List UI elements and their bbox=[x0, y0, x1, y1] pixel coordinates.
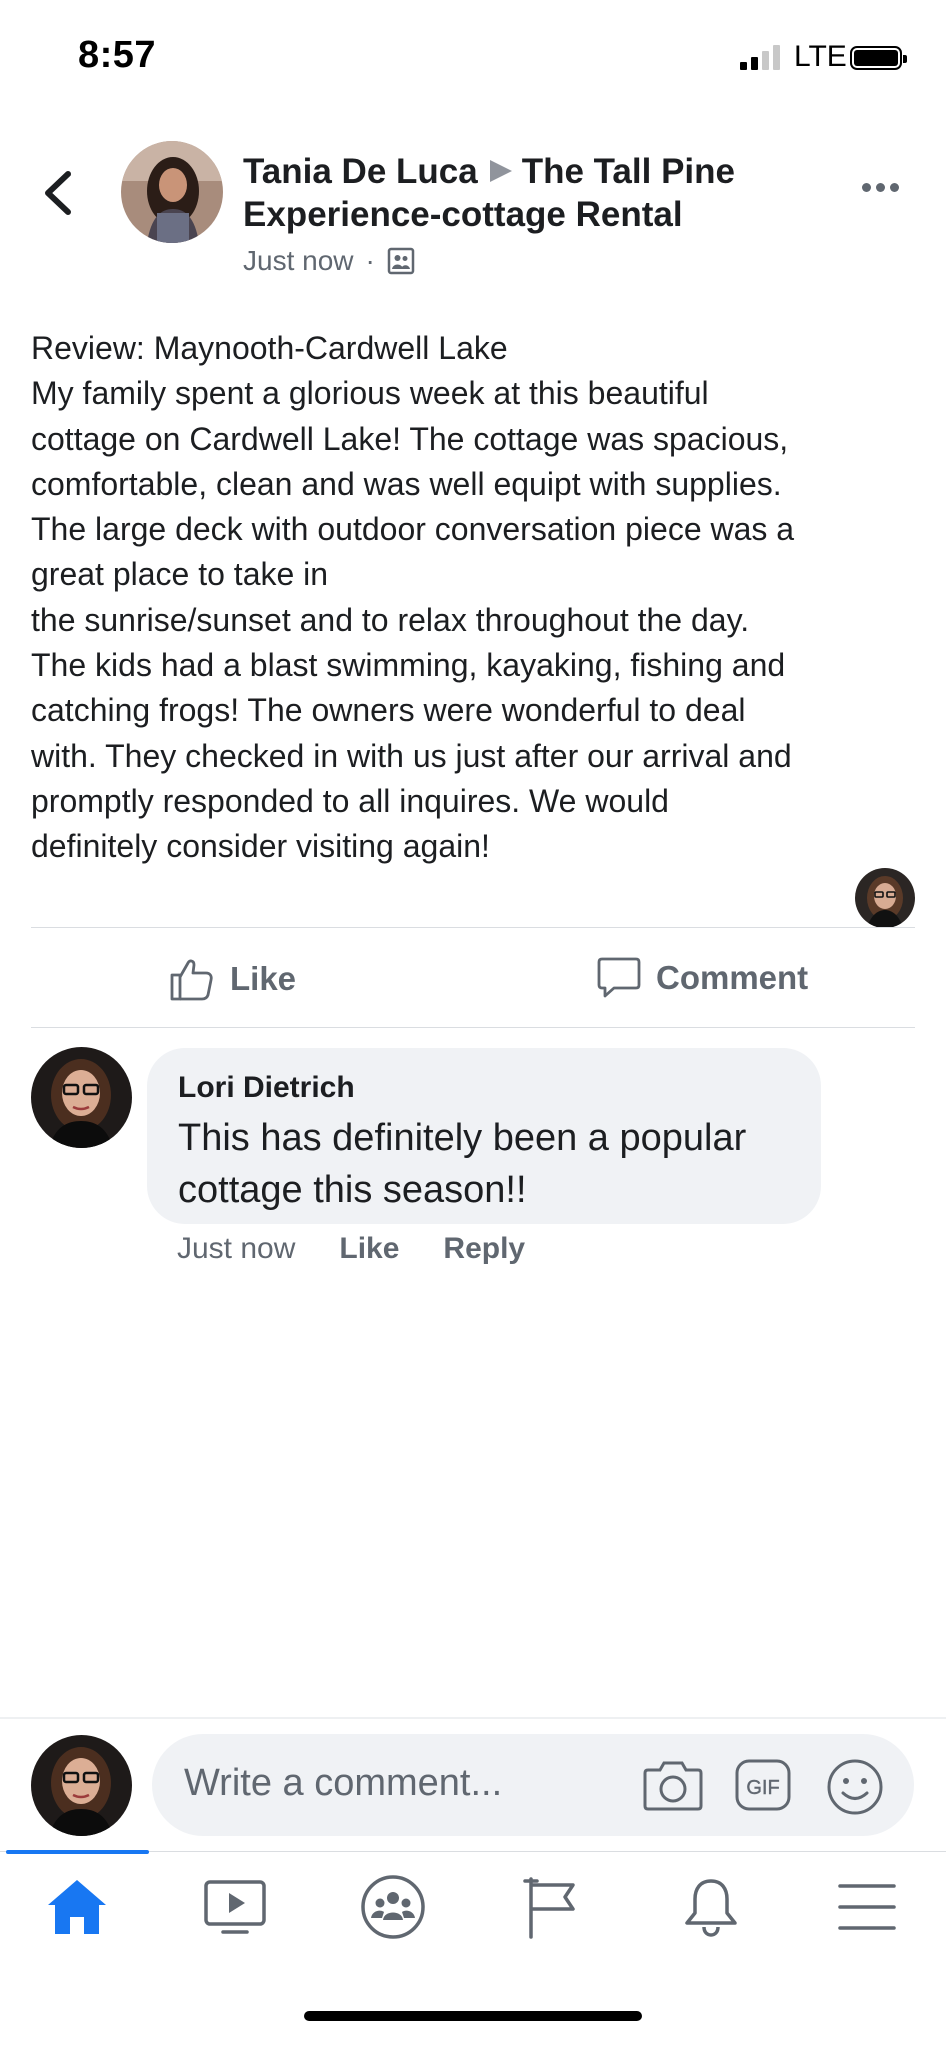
current-user-avatar bbox=[31, 1735, 132, 1836]
shared-to-arrow-icon bbox=[489, 160, 512, 182]
more-options-icon[interactable] bbox=[862, 183, 899, 192]
post-line: catching frogs! The owners were wonderfu… bbox=[31, 692, 746, 729]
post-line: definitely consider visiting again! bbox=[31, 828, 490, 865]
comment-line: This has definitely been a popular bbox=[178, 1117, 747, 1159]
comment-meta: Just now Like Reply bbox=[177, 1232, 525, 1266]
tab-pages[interactable] bbox=[516, 1872, 586, 1942]
emoji-icon[interactable] bbox=[826, 1758, 884, 1816]
bell-icon bbox=[685, 1879, 737, 1937]
comment-label: Comment bbox=[656, 959, 809, 996]
divider bbox=[31, 927, 915, 928]
camera-icon[interactable] bbox=[642, 1758, 704, 1812]
audience-icon[interactable] bbox=[387, 247, 415, 275]
post-line: great place to take in bbox=[31, 556, 329, 593]
comment-like-button[interactable]: Like bbox=[339, 1232, 399, 1266]
gif-icon[interactable]: GIF bbox=[734, 1758, 792, 1812]
groups-icon bbox=[361, 1875, 425, 1939]
menu-icon bbox=[838, 1884, 896, 1930]
author-name[interactable]: Tania De Luca bbox=[243, 152, 478, 191]
post-line: comfortable, clean and was well equipt w… bbox=[31, 465, 782, 502]
comment-text: This has definitely been a popular cotta… bbox=[178, 1112, 789, 1216]
comment-bubble[interactable]: Lori Dietrich This has definitely been a… bbox=[147, 1048, 821, 1224]
tab-home[interactable] bbox=[42, 1872, 112, 1942]
post-timestamp[interactable]: Just now bbox=[243, 245, 354, 277]
post-line: The large deck with outdoor conversation… bbox=[31, 511, 795, 548]
post-line: cottage on Cardwell Lake! The cottage wa… bbox=[31, 420, 789, 457]
battery-icon bbox=[850, 46, 907, 70]
comment-reply-button[interactable]: Reply bbox=[443, 1232, 525, 1266]
post-line: the sunrise/sunset and to relax througho… bbox=[31, 601, 750, 638]
like-label: Like bbox=[230, 960, 297, 997]
tab-notifications[interactable] bbox=[676, 1872, 746, 1942]
composer-divider bbox=[0, 1717, 946, 1719]
comment-button[interactable]: Comment bbox=[596, 955, 808, 1001]
home-icon bbox=[48, 1880, 106, 1934]
seen-by-avatar[interactable] bbox=[855, 868, 915, 928]
back-icon[interactable] bbox=[40, 168, 76, 218]
svg-text:GIF: GIF bbox=[746, 1777, 779, 1799]
commenter-name[interactable]: Lori Dietrich bbox=[178, 1068, 789, 1108]
home-indicator[interactable] bbox=[304, 2011, 642, 2021]
divider bbox=[31, 1027, 915, 1028]
tab-menu[interactable] bbox=[832, 1872, 902, 1942]
tab-groups[interactable] bbox=[358, 1872, 428, 1942]
comment-input-placeholder: Write a comment... bbox=[184, 1762, 503, 1804]
watch-icon bbox=[204, 1880, 266, 1934]
post-meta: Just now · bbox=[243, 245, 415, 277]
signal-icon bbox=[740, 44, 780, 70]
post-line: Review: Maynooth-Cardwell Lake bbox=[31, 330, 508, 366]
tab-watch[interactable] bbox=[200, 1872, 270, 1942]
active-tab-indicator bbox=[6, 1850, 149, 1854]
post-line: promptly responded to all inquires. We w… bbox=[31, 782, 669, 819]
commenter-avatar[interactable] bbox=[31, 1047, 132, 1148]
comment-timestamp: Just now bbox=[177, 1232, 296, 1265]
comment-input[interactable]: Write a comment... GIF bbox=[152, 1734, 914, 1836]
comment-icon bbox=[597, 957, 641, 998]
thumbs-up-icon bbox=[170, 959, 213, 1001]
comment-line: cottage this season!! bbox=[178, 1169, 527, 1211]
flag-icon bbox=[523, 1877, 575, 1939]
author-avatar[interactable] bbox=[121, 141, 223, 243]
network-label: LTE bbox=[794, 40, 847, 73]
status-time: 8:57 bbox=[78, 34, 157, 76]
meta-separator: · bbox=[365, 245, 375, 276]
post-text: Review: Maynooth-Cardwell Lake My family… bbox=[31, 326, 921, 870]
like-button[interactable]: Like bbox=[168, 955, 296, 1003]
post-line: My family spent a glorious week at this … bbox=[31, 375, 709, 412]
post-line: with. They checked in with us just after… bbox=[31, 737, 792, 774]
post-header-title: Tania De Luca The Tall Pine Experience-co… bbox=[243, 150, 803, 236]
post-line: The kids had a blast swimming, kayaking,… bbox=[31, 647, 786, 684]
